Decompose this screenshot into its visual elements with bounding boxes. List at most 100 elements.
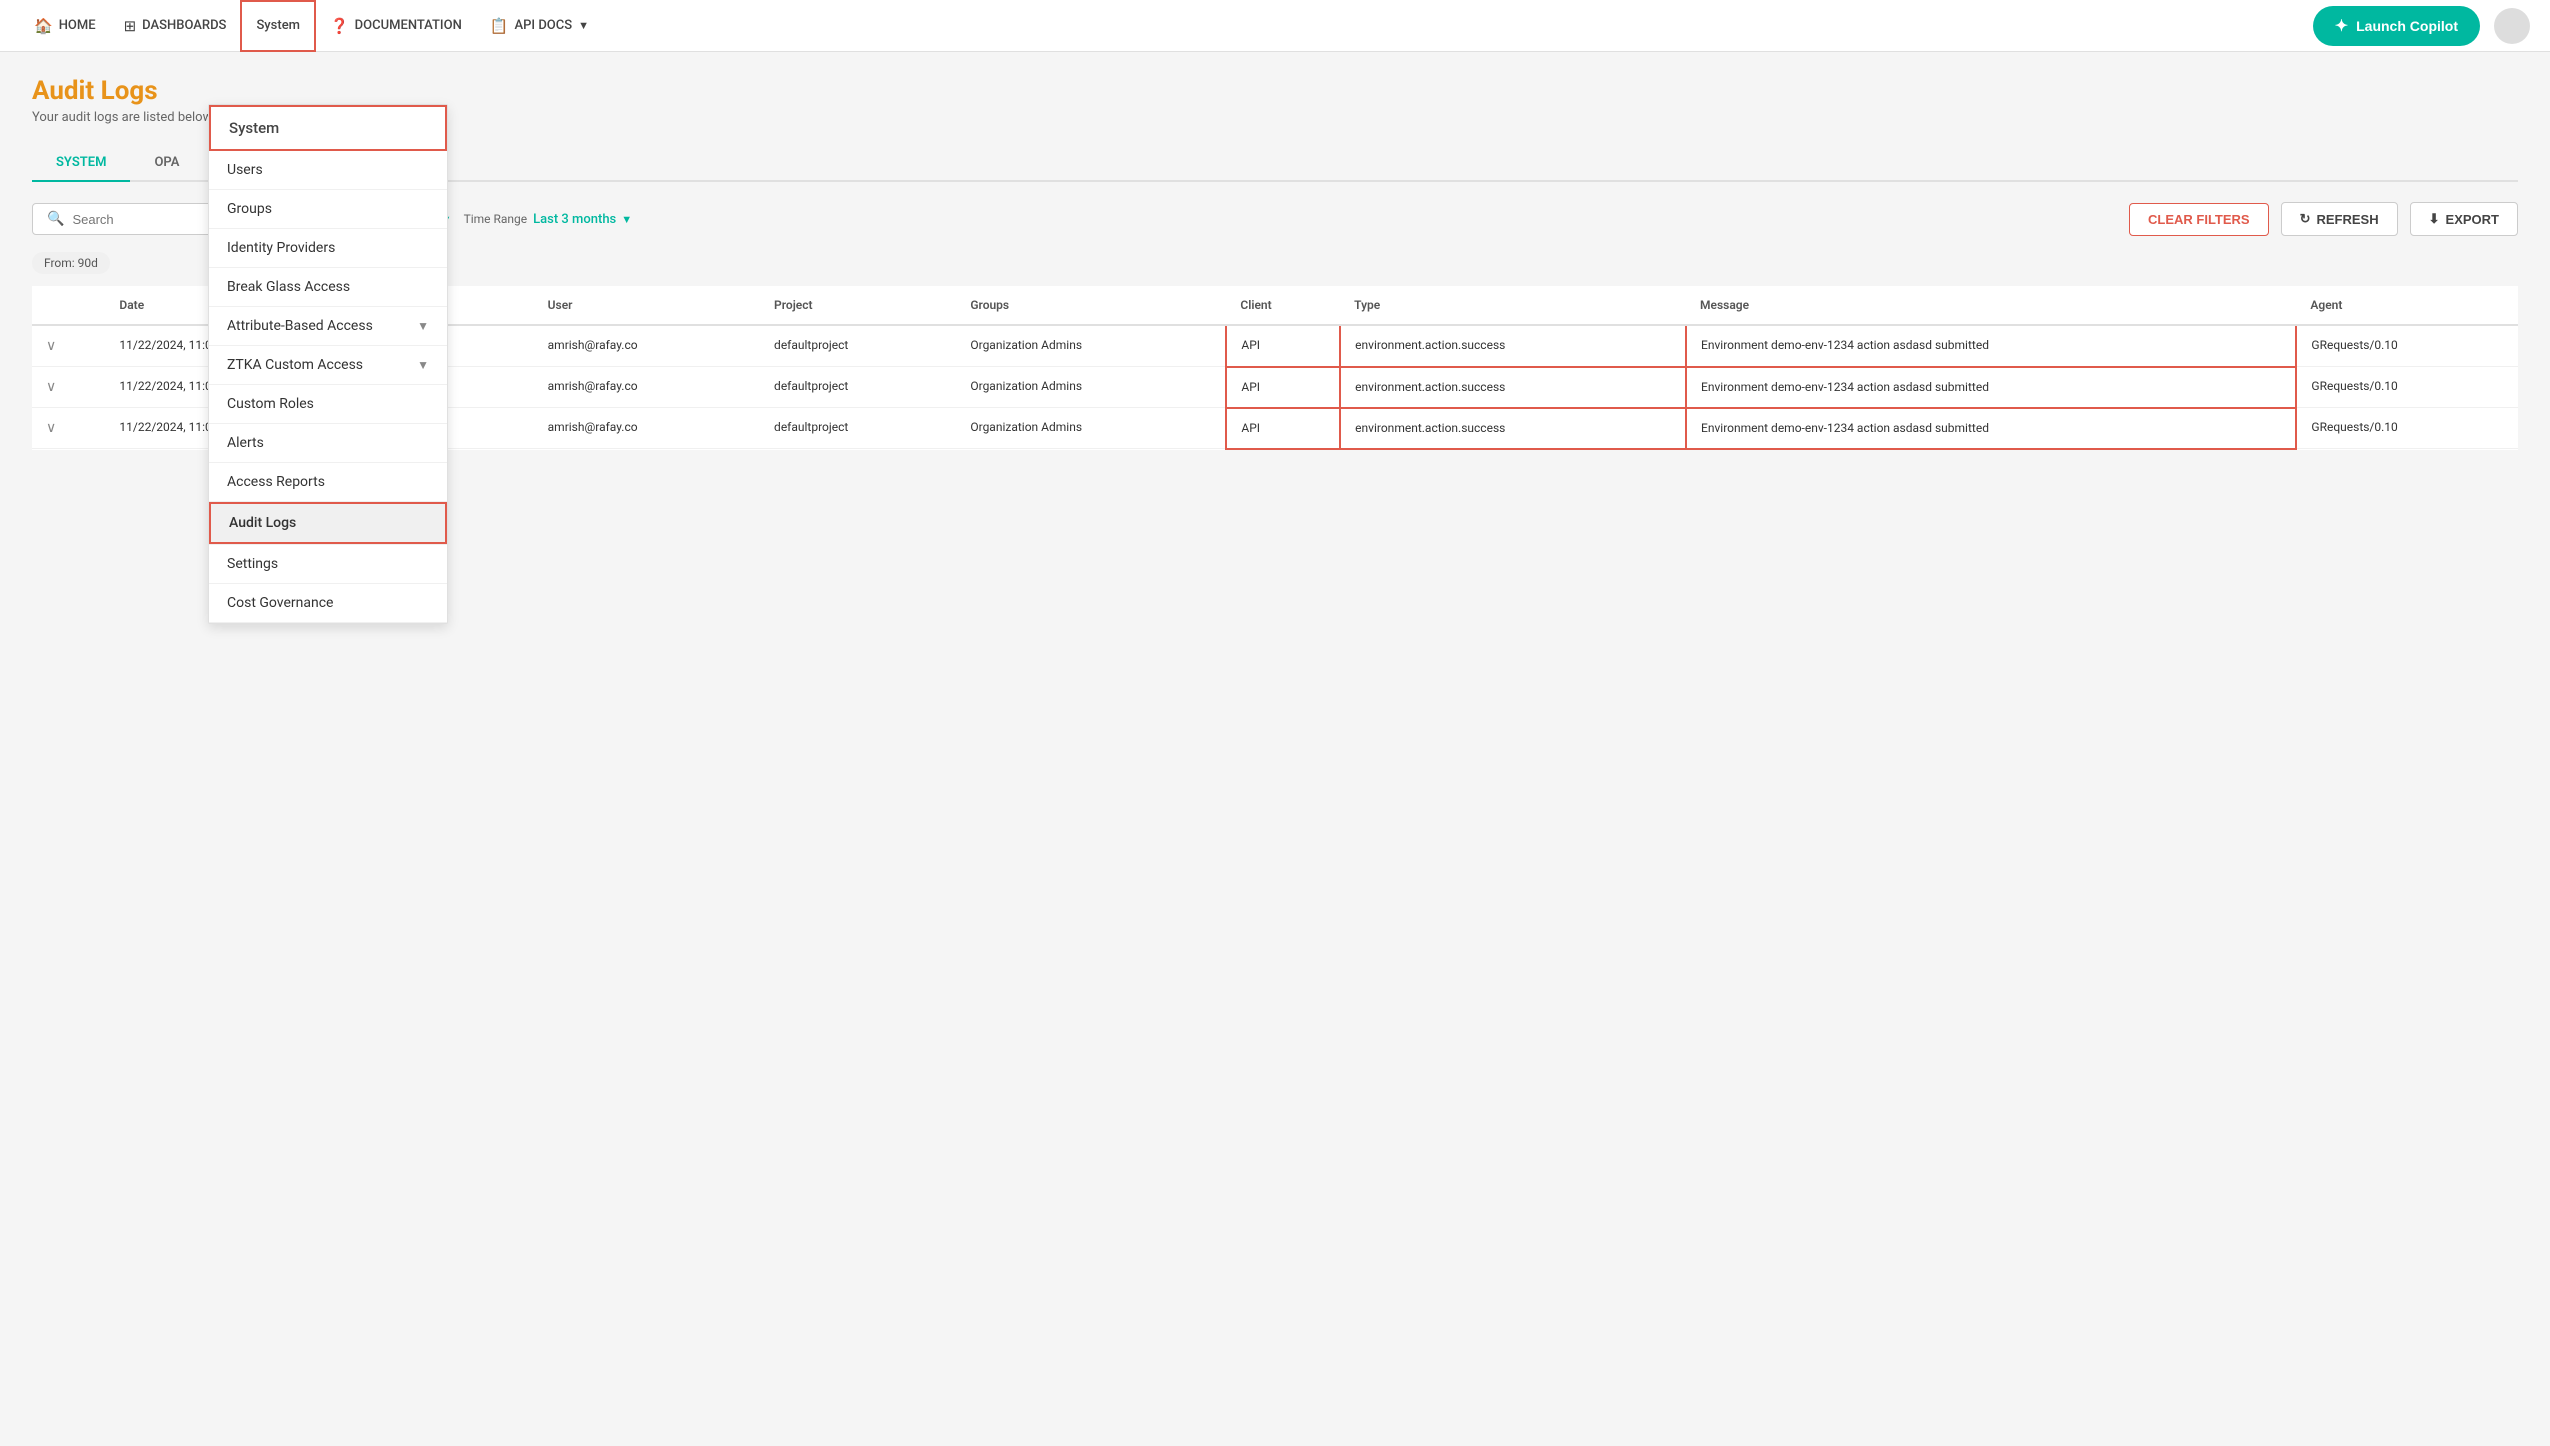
- export-button[interactable]: ⬇ EXPORT: [2410, 202, 2518, 236]
- row-expand-2[interactable]: ∨: [32, 408, 105, 449]
- dropdown-item-label: Cost Governance: [227, 595, 333, 611]
- nav-home-label: HOME: [59, 18, 96, 33]
- tab-system[interactable]: SYSTEM: [32, 145, 130, 182]
- dropdown-item-alerts[interactable]: Alerts: [209, 424, 447, 462]
- dropdown-item-label: Settings: [227, 556, 278, 572]
- col-message: Message: [1686, 286, 2296, 325]
- dropdown-items: Users Groups Identity Providers Break Glass…: [209, 151, 447, 623]
- row-project-1: defaultproject: [760, 367, 956, 408]
- dropdown-item-identity-providers[interactable]: Identity Providers: [209, 229, 447, 267]
- row-expand-1[interactable]: ∨: [32, 367, 105, 408]
- dropdown-item-label: Groups: [227, 201, 272, 217]
- expand-arrow-icon: ▼: [417, 358, 429, 372]
- time-range-value: Last 3 months: [533, 212, 616, 227]
- dropdown-item-break-glass-access[interactable]: Break Glass Access: [209, 268, 447, 306]
- launch-copilot-button[interactable]: ✦ Launch Copilot: [2313, 6, 2480, 46]
- expand-chevron-icon[interactable]: ∨: [46, 379, 56, 395]
- nav-dashboards[interactable]: ⊞ DASHBOARDS: [110, 0, 241, 52]
- dropdown-item-access-reports[interactable]: Access Reports: [209, 463, 447, 501]
- refresh-label: REFRESH: [2317, 212, 2379, 227]
- row-project-2: defaultproject: [760, 408, 956, 449]
- dropdown-item-label: Alerts: [227, 435, 264, 451]
- dashboards-icon: ⊞: [124, 17, 137, 35]
- dropdown-item-audit-logs[interactable]: Audit Logs: [209, 502, 447, 544]
- nav-home[interactable]: 🏠 HOME: [20, 0, 110, 52]
- search-icon: 🔍: [47, 211, 64, 227]
- row-client-0: API: [1226, 325, 1340, 367]
- dropdown-item-groups[interactable]: Groups: [209, 190, 447, 228]
- time-range-filter: Time Range Last 3 months ▼: [464, 212, 633, 227]
- search-input[interactable]: [72, 212, 212, 227]
- row-groups-2: Organization Admins: [956, 408, 1226, 449]
- copilot-star-icon: ✦: [2335, 16, 2348, 36]
- dropdown-header: System: [209, 105, 447, 151]
- nav-api-docs[interactable]: 📋 API DOCS ▼: [476, 0, 603, 52]
- from-chip: From: 90d: [32, 252, 110, 274]
- question-icon: ❓: [330, 17, 349, 35]
- dropdown-item-label: Break Glass Access: [227, 279, 350, 295]
- export-icon: ⬇: [2429, 211, 2440, 227]
- dropdown-item-ztka-custom-access[interactable]: ZTKA Custom Access ▼: [209, 346, 447, 384]
- row-groups-1: Organization Admins: [956, 367, 1226, 408]
- row-agent-1: GRequests/0.10: [2296, 367, 2518, 408]
- row-agent-0: GRequests/0.10: [2296, 325, 2518, 367]
- col-client: Client: [1226, 286, 1340, 325]
- nav-documentation-label: DOCUMENTATION: [355, 18, 462, 33]
- expand-arrow-icon: ▼: [417, 319, 429, 333]
- row-user-1: amrish@rafay.co: [534, 367, 760, 408]
- dropdown-item-cost-governance[interactable]: Cost Governance: [209, 584, 447, 622]
- refresh-icon: ↻: [2300, 211, 2311, 227]
- from-chip-label: From: 90d: [44, 256, 98, 270]
- row-message-1: Environment demo-env-1234 action asdasd …: [1686, 367, 2296, 408]
- launch-copilot-label: Launch Copilot: [2356, 18, 2458, 34]
- page-title: Audit Logs: [32, 76, 2518, 106]
- dropdown-item-label: Access Reports: [227, 474, 325, 490]
- chevron-down-icon: ▼: [578, 19, 589, 32]
- row-expand-0[interactable]: ∨: [32, 325, 105, 367]
- clear-filters-button[interactable]: CLEAR FILTERS: [2129, 203, 2269, 236]
- row-type-0: environment.action.success: [1340, 325, 1686, 367]
- col-project: Project: [760, 286, 956, 325]
- time-range-select[interactable]: Last 3 months ▼: [533, 212, 632, 227]
- system-dropdown-menu: System Users Groups Identity Providers Brea…: [208, 104, 448, 624]
- expand-chevron-icon[interactable]: ∨: [46, 420, 56, 436]
- dropdown-item-settings[interactable]: Settings: [209, 545, 447, 583]
- col-type: Type: [1340, 286, 1686, 325]
- row-type-2: environment.action.success: [1340, 408, 1686, 449]
- dropdown-item-label: ZTKA Custom Access: [227, 357, 363, 373]
- dropdown-item-custom-roles[interactable]: Custom Roles: [209, 385, 447, 423]
- export-label: EXPORT: [2446, 212, 2499, 227]
- row-client-2: API: [1226, 408, 1340, 449]
- dropdown-item-attribute-based-access[interactable]: Attribute-Based Access ▼: [209, 307, 447, 345]
- nav-dashboards-label: DASHBOARDS: [142, 18, 226, 33]
- nav-api-docs-label: API DOCS: [514, 18, 572, 33]
- tab-opa[interactable]: OPA: [130, 145, 203, 182]
- dropdown-item-users[interactable]: Users: [209, 151, 447, 189]
- row-user-0: amrish@rafay.co: [534, 325, 760, 367]
- row-message-2: Environment demo-env-1234 action asdasd …: [1686, 408, 2296, 449]
- col-expand: [32, 286, 105, 325]
- nav-documentation[interactable]: ❓ DOCUMENTATION: [316, 0, 476, 52]
- nav-system[interactable]: System: [240, 0, 316, 52]
- dropdown-item-label: Identity Providers: [227, 240, 335, 256]
- row-message-0: Environment demo-env-1234 action asdasd …: [1686, 325, 2296, 367]
- dropdown-item-label: Audit Logs: [229, 515, 296, 531]
- row-type-1: environment.action.success: [1340, 367, 1686, 408]
- refresh-button[interactable]: ↻ REFRESH: [2281, 202, 2398, 236]
- home-icon: 🏠: [34, 17, 53, 35]
- top-navigation: 🏠 HOME ⊞ DASHBOARDS System ❓ DOCUMENTATI…: [0, 0, 2550, 52]
- expand-chevron-icon[interactable]: ∨: [46, 338, 56, 354]
- avatar[interactable]: [2494, 8, 2530, 44]
- col-groups: Groups: [956, 286, 1226, 325]
- search-box[interactable]: 🔍: [32, 203, 232, 235]
- row-user-2: amrish@rafay.co: [534, 408, 760, 449]
- time-range-label: Time Range: [464, 212, 528, 226]
- row-agent-2: GRequests/0.10: [2296, 408, 2518, 449]
- dropdown-item-label: Attribute-Based Access: [227, 318, 373, 334]
- nav-system-label: System: [256, 18, 300, 33]
- col-user: User: [534, 286, 760, 325]
- dropdown-item-label: Users: [227, 162, 263, 178]
- col-agent: Agent: [2296, 286, 2518, 325]
- dropdown-divider: [209, 622, 447, 623]
- time-range-chevron-icon: ▼: [621, 213, 632, 226]
